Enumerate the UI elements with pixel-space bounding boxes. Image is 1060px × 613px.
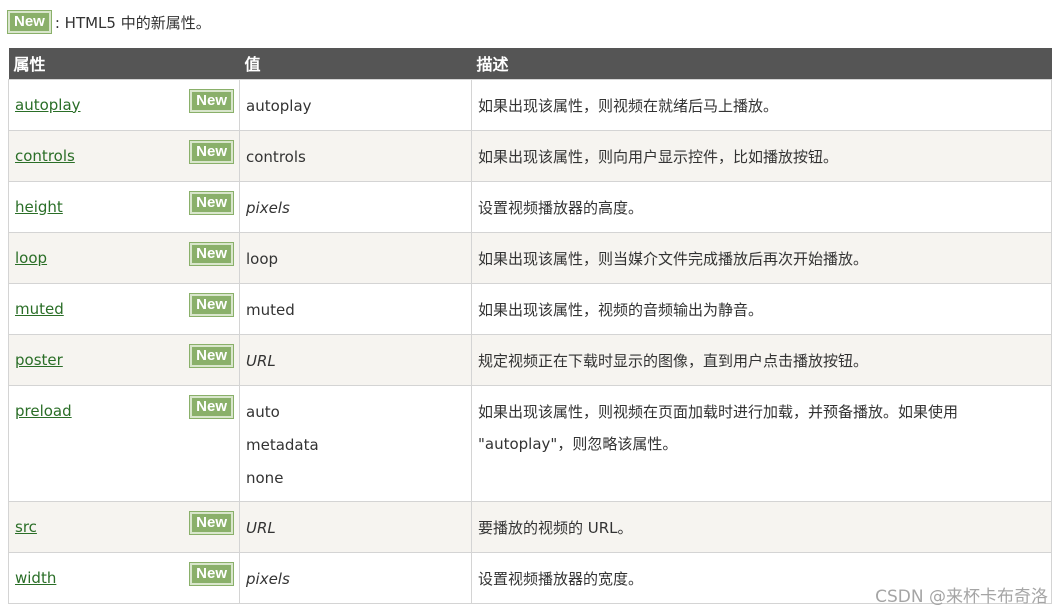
note-text: : HTML5 中的新属性。 (54, 13, 211, 32)
description-text: 如果出现该属性，则视频在页面加载时进行加载，并预备播放。如果使用 (478, 402, 959, 421)
description-text: 如果出现该属性，则向用户显示控件，比如播放按钮。 (478, 147, 839, 166)
attribute-link-width[interactable]: width (15, 569, 56, 587)
attribute-cell: muted New (8, 282, 240, 335)
value-cell: pixels (239, 180, 472, 233)
value-text: URL (246, 518, 276, 537)
attribute-link-controls[interactable]: controls (15, 147, 75, 165)
attribute-cell: poster New (8, 333, 240, 386)
attribute-link-preload[interactable]: preload (15, 402, 72, 420)
new-badge: New (189, 241, 234, 266)
header-description: 描述 (471, 48, 1052, 79)
header-attribute: 属性 (8, 48, 240, 79)
attribute-link-loop[interactable]: loop (15, 249, 47, 267)
header-value: 值 (239, 48, 472, 79)
value-cell: muted (239, 282, 472, 335)
attribute-link-poster[interactable]: poster (15, 351, 63, 369)
table-row: height New pixels 设置视频播放器的高度。 (8, 180, 1052, 233)
description-cell: 如果出现该属性，则视频在就绪后马上播放。 (471, 78, 1052, 131)
value-cell: URL (239, 500, 472, 553)
attribute-link-src[interactable]: src (15, 518, 37, 536)
new-badge: New (189, 343, 234, 368)
new-badge: New (7, 10, 52, 34)
attribute-cell: src New (8, 500, 240, 553)
value-text: metadata (246, 435, 319, 454)
value-cell: autoplay (239, 78, 472, 131)
value-cell: loop (239, 231, 472, 284)
description-text: 如果出现该属性，视频的音频输出为静音。 (478, 300, 764, 319)
value-text: auto (246, 402, 280, 421)
description-text: 如果出现该属性，则当媒介文件完成播放后再次开始播放。 (478, 249, 869, 268)
description-cell: 要播放的视频的 URL。 (471, 500, 1052, 553)
new-badge: New (189, 561, 234, 586)
description-text: 要播放的视频的 URL。 (478, 518, 633, 537)
attribute-cell: controls New (8, 129, 240, 182)
table-row: controls New controls 如果出现该属性，则向用户显示控件，比如播放… (8, 129, 1052, 182)
attribute-cell: preload New (8, 384, 240, 502)
table-row: src New URL 要播放的视频的 URL。 (8, 500, 1052, 553)
html5-new-note: New : HTML5 中的新属性。 (7, 10, 211, 34)
description-text: 如果出现该属性，则视频在就绪后马上播放。 (478, 96, 779, 115)
value-cell: URL (239, 333, 472, 386)
csdn-watermark: CSDN @来杯卡布奇洛 (875, 587, 1048, 607)
description-cell: 如果出现该属性，则视频在页面加载时进行加载，并预备播放。如果使用 "autopla… (471, 384, 1052, 502)
attribute-link-autoplay[interactable]: autoplay (15, 96, 81, 114)
value-text: loop (246, 249, 279, 268)
value-text: pixels (246, 198, 290, 217)
new-badge: New (189, 88, 234, 113)
value-text: URL (246, 351, 276, 370)
description-text: "autoplay"，则忽略该属性。 (478, 434, 678, 453)
description-cell: 如果出现该属性，视频的音频输出为静音。 (471, 282, 1052, 335)
value-text: autoplay (246, 96, 312, 115)
attribute-link-height[interactable]: height (15, 198, 63, 216)
value-text: muted (246, 300, 295, 319)
table-row: poster New URL 规定视频正在下载时显示的图像，直到用户点击播放按钮。 (8, 333, 1052, 386)
table-row: muted New muted 如果出现该属性，视频的音频输出为静音。 (8, 282, 1052, 335)
description-cell: 规定视频正在下载时显示的图像，直到用户点击播放按钮。 (471, 333, 1052, 386)
video-attributes-table: 属性 值 描述 autoplay New autoplay 如果出现该属性，则视频在就… (8, 48, 1052, 604)
description-text: 规定视频正在下载时显示的图像，直到用户点击播放按钮。 (478, 351, 869, 370)
description-cell: 如果出现该属性，则当媒介文件完成播放后再次开始播放。 (471, 231, 1052, 284)
attribute-cell: loop New (8, 231, 240, 284)
value-cell: controls (239, 129, 472, 182)
new-badge: New (189, 292, 234, 317)
table-header-row: 属性 值 描述 (8, 48, 1052, 79)
description-cell: 设置视频播放器的高度。 (471, 180, 1052, 233)
new-badge: New (189, 190, 234, 215)
value-text: none (246, 468, 284, 487)
table-row: loop New loop 如果出现该属性，则当媒介文件完成播放后再次开始播放。 (8, 231, 1052, 284)
value-cell: pixels (239, 551, 472, 604)
description-cell: 如果出现该属性，则向用户显示控件，比如播放按钮。 (471, 129, 1052, 182)
attribute-cell: height New (8, 180, 240, 233)
description-text: 设置视频播放器的高度。 (478, 198, 644, 217)
attribute-cell: autoplay New (8, 78, 240, 131)
new-badge: New (189, 394, 234, 419)
value-text: pixels (246, 569, 290, 588)
new-badge: New (189, 139, 234, 164)
value-cell: auto metadata none (239, 384, 472, 502)
value-text: controls (246, 147, 306, 166)
table-row: preload New auto metadata none 如果出现该属性，则视频在页面… (8, 384, 1052, 502)
attribute-link-muted[interactable]: muted (15, 300, 64, 318)
attribute-cell: width New (8, 551, 240, 604)
table-row: autoplay New autoplay 如果出现该属性，则视频在就绪后马上播放。 (8, 78, 1052, 131)
new-badge: New (189, 510, 234, 535)
